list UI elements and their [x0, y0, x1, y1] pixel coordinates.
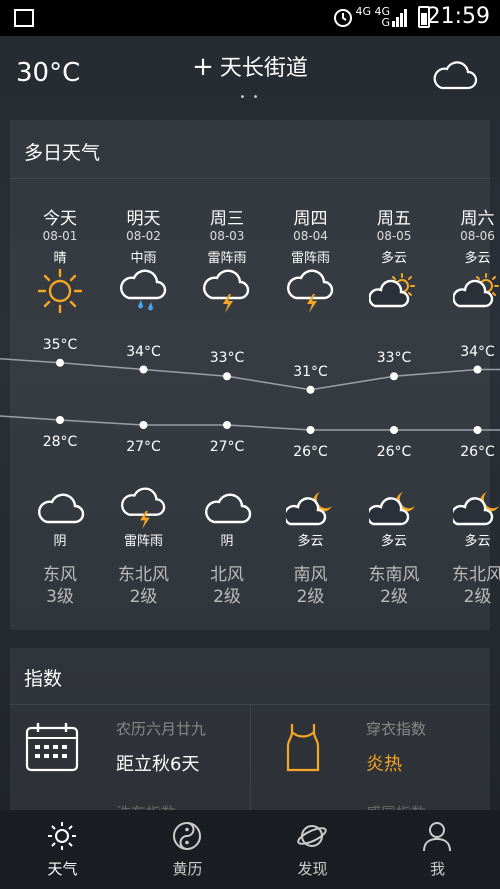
user-icon — [423, 822, 451, 852]
thunder-cloud-icon — [286, 268, 336, 314]
wind-level: 2级 — [296, 587, 325, 607]
day-date: 08-02 — [126, 229, 161, 243]
day-date: 08-03 — [209, 229, 245, 243]
forecast-card: 多日天气 — [10, 120, 490, 630]
day-date: 08-01 — [42, 229, 78, 243]
tab-weather[interactable]: 天气 — [0, 810, 125, 889]
clothing-index-label: 穿衣指数 — [366, 720, 427, 738]
night-condition: 雷阵雨 — [123, 534, 163, 549]
page-indicator: • • — [239, 92, 261, 103]
thunder-cloud-icon — [202, 268, 252, 314]
status-bar: 4G 4G G 21:59 — [0, 0, 500, 36]
moon-cloud-icon — [366, 486, 419, 530]
sun-icon — [48, 822, 76, 850]
day-condition: 多云 — [464, 251, 491, 266]
sun-icon — [35, 268, 85, 314]
tab-label: 天气 — [47, 860, 78, 878]
wind-level: 2级 — [213, 587, 241, 607]
tab-discover[interactable]: 发现 — [250, 810, 375, 889]
day-name: 周六 — [460, 209, 495, 229]
day-name: 周四 — [293, 209, 328, 229]
night-condition: 多云 — [464, 534, 491, 549]
day-name: 周三 — [210, 209, 244, 229]
cloud-icon — [35, 486, 85, 530]
calendar-icon[interactable] — [24, 720, 80, 774]
high-temp-label: 33°C — [376, 350, 412, 367]
header: 30°C + 天长街道 • • — [0, 36, 500, 120]
forecast-title: 多日天气 — [24, 142, 101, 164]
low-temp-label: 27°C — [126, 439, 161, 455]
day-date: 08-04 — [293, 229, 328, 243]
thunder-cloud-icon — [119, 486, 169, 530]
divider — [10, 178, 490, 179]
sun-cloud-icon — [451, 268, 500, 314]
day-date: 08-05 — [376, 229, 412, 243]
cloud-icon — [202, 486, 252, 530]
high-temp-label: 33°C — [209, 350, 245, 367]
day-condition: 多云 — [380, 251, 407, 266]
moon-cloud-icon — [449, 486, 500, 530]
indices-card: 指数 农历六月廿九 距立秋6天 穿衣指数 炎热 洗车指数 感冒指数 — [10, 648, 490, 822]
tab-label: 发现 — [297, 860, 328, 878]
low-temp-label: 26°C — [460, 444, 495, 460]
location-selector[interactable]: + 天长街道 — [0, 50, 500, 82]
day-condition: 雷阵雨 — [207, 251, 247, 266]
indices-title: 指数 — [24, 668, 63, 690]
high-temp-label: 34°C — [460, 343, 495, 360]
network-indicator: 4G 4G G — [355, 5, 390, 29]
wind-level: 3级 — [46, 587, 74, 607]
divider — [250, 704, 251, 818]
day-name: 周五 — [377, 209, 411, 229]
night-condition: 阴 — [53, 534, 67, 549]
add-city-icon[interactable]: + — [192, 52, 214, 82]
lunar-date-label: 农历六月廿九 — [116, 720, 207, 738]
rain-cloud-icon — [119, 268, 169, 314]
day-condition: 晴 — [53, 251, 67, 266]
tab-label: 我 — [429, 860, 445, 878]
status-time: 21:59 — [426, 4, 490, 29]
low-temp-label: 28°C — [42, 434, 78, 450]
low-temp-label: 27°C — [209, 439, 245, 455]
bottom-tab-bar: 天气 黄历 发现 我 — [0, 810, 500, 889]
tab-label: 黄历 — [172, 860, 203, 878]
image-notification-icon — [14, 9, 34, 27]
high-temp-label: 31°C — [293, 363, 328, 380]
wind-level: 2级 — [463, 587, 492, 607]
location-name: 天长街道 — [219, 56, 308, 81]
day-name: 明天 — [126, 209, 161, 229]
alarm-icon — [334, 9, 352, 27]
night-condition: 多云 — [380, 534, 407, 549]
tab-me[interactable]: 我 — [375, 810, 500, 889]
planet-icon — [297, 825, 327, 847]
night-condition: 多云 — [297, 534, 324, 549]
signal-icon — [392, 9, 407, 27]
moon-cloud-icon — [282, 486, 336, 530]
tank-top-icon[interactable] — [284, 722, 322, 772]
wind-level: 2级 — [129, 587, 158, 607]
day-condition: 雷阵雨 — [290, 251, 330, 266]
day-date: 08-06 — [460, 229, 495, 243]
sun-cloud-icon — [368, 268, 419, 314]
low-temp-label: 26°C — [293, 444, 328, 460]
day-condition: 中雨 — [130, 251, 157, 266]
day-name: 今天 — [43, 209, 77, 229]
high-temp-label: 35°C — [42, 336, 78, 353]
cloud-icon[interactable] — [432, 58, 478, 92]
high-temp-label: 34°C — [126, 343, 161, 360]
night-condition: 阴 — [220, 534, 234, 549]
yin-yang-icon — [173, 822, 201, 850]
wind-level: 2级 — [380, 587, 408, 607]
low-temp-label: 26°C — [376, 444, 412, 460]
clothing-index-value[interactable]: 炎热 — [366, 750, 402, 776]
tab-almanac[interactable]: 黄历 — [125, 810, 250, 889]
solar-term-value[interactable]: 距立秋6天 — [116, 750, 199, 776]
